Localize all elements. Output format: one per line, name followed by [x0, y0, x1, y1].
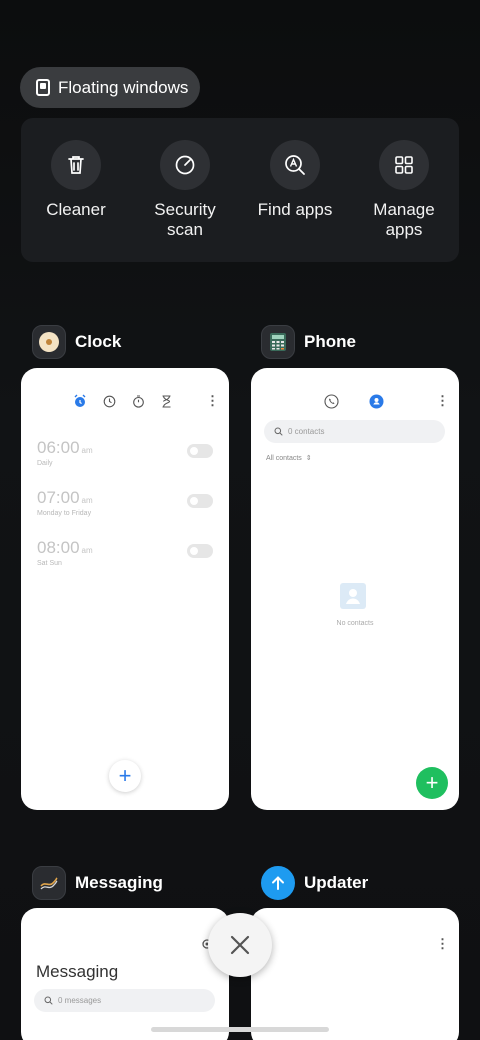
- clock-more-icon[interactable]: ⋮: [206, 394, 219, 407]
- clock-app-card[interactable]: ⋮ 06:00 am Daily 07:00 am Monday to Friday…: [21, 368, 229, 810]
- alarm-repeat: Monday to Friday: [37, 510, 92, 517]
- empty-contacts-icon: [340, 583, 366, 609]
- search-icon: [274, 427, 283, 436]
- cleaner-button[interactable]: Cleaner: [21, 140, 131, 220]
- alarm-row[interactable]: 07:00 am Monday to Friday: [37, 488, 213, 517]
- contacts-filter[interactable]: All contacts ⇕: [266, 454, 312, 463]
- timer-icon[interactable]: [161, 394, 172, 413]
- updater-app-icon: [261, 866, 295, 900]
- floating-windows-label: Floating windows: [58, 77, 189, 97]
- updater-more-icon[interactable]: ⋮: [436, 937, 449, 950]
- alarm-ampm: am: [81, 446, 93, 455]
- home-indicator[interactable]: [151, 1027, 329, 1032]
- alarm-toggle[interactable]: [187, 444, 213, 458]
- call-log-icon[interactable]: [324, 394, 339, 414]
- alarm-time: 06:00: [37, 438, 80, 457]
- chevron-updown-icon: ⇕: [305, 455, 312, 462]
- quick-actions-panel: Cleaner Security scan Find apps Manage a…: [21, 118, 459, 262]
- messaging-app-card[interactable]: Messaging 0 messages: [21, 908, 229, 1040]
- security-scan-icon: [160, 140, 210, 190]
- messaging-app-header[interactable]: Messaging: [32, 866, 163, 900]
- world-clock-icon[interactable]: [103, 395, 116, 413]
- messages-search-input[interactable]: 0 messages: [34, 989, 215, 1012]
- phone-tabs: [324, 394, 384, 414]
- add-contact-button[interactable]: +: [416, 767, 448, 799]
- contacts-search-input[interactable]: 0 contacts: [264, 420, 445, 443]
- updater-app-card[interactable]: ⋮: [251, 908, 459, 1040]
- alarm-repeat: Sat Sun: [37, 560, 62, 567]
- alarm-time: 07:00: [37, 488, 80, 507]
- find-apps-icon: [270, 140, 320, 190]
- alarm-ampm: am: [81, 496, 93, 505]
- floating-window-icon: [36, 79, 50, 96]
- floating-windows-button[interactable]: Floating windows: [20, 67, 200, 108]
- add-alarm-button[interactable]: +: [109, 760, 141, 792]
- clock-app-header[interactable]: Clock: [32, 325, 121, 359]
- messaging-title: Messaging: [36, 962, 119, 981]
- manage-apps-button[interactable]: Manage apps: [349, 140, 459, 240]
- alarm-repeat: Daily: [37, 460, 53, 467]
- clock-tabs: [73, 394, 172, 413]
- alarm-ampm: am: [81, 546, 93, 555]
- contacts-icon[interactable]: [369, 394, 384, 414]
- trash-icon: [51, 140, 101, 190]
- alarm-icon[interactable]: [73, 394, 87, 413]
- phone-more-icon[interactable]: ⋮: [436, 394, 449, 407]
- messages-search-placeholder: 0 messages: [58, 996, 102, 1005]
- manage-apps-label: Manage apps: [373, 200, 435, 239]
- phone-app-icon: [261, 325, 295, 359]
- plus-icon: +: [425, 770, 439, 795]
- search-icon: [44, 996, 53, 1005]
- stopwatch-icon[interactable]: [132, 394, 145, 413]
- updater-app-header[interactable]: Updater: [261, 866, 368, 900]
- clock-app-icon: [32, 325, 66, 359]
- contacts-search-placeholder: 0 contacts: [288, 427, 325, 436]
- alarm-row[interactable]: 06:00 am Daily: [37, 438, 213, 467]
- find-apps-label: Find apps: [257, 200, 333, 219]
- phone-app-name: Phone: [304, 332, 356, 351]
- alarm-time: 08:00: [37, 538, 80, 557]
- close-icon: [230, 935, 250, 955]
- alarm-toggle[interactable]: [187, 494, 213, 508]
- close-all-button[interactable]: [208, 913, 272, 977]
- alarm-row[interactable]: 08:00 am Sat Sun: [37, 538, 213, 567]
- cleaner-label: Cleaner: [46, 200, 106, 219]
- plus-icon: +: [118, 763, 132, 788]
- security-scan-label: Security scan: [154, 200, 216, 239]
- empty-contacts-text: No contacts: [336, 620, 374, 627]
- clock-app-name: Clock: [75, 332, 122, 351]
- updater-app-name: Updater: [304, 873, 369, 892]
- phone-app-card[interactable]: ⋮ 0 contacts All contacts ⇕ No contacts …: [251, 368, 459, 810]
- security-scan-button[interactable]: Security scan: [130, 140, 240, 240]
- messaging-app-name: Messaging: [75, 873, 163, 892]
- alarm-toggle[interactable]: [187, 544, 213, 558]
- phone-app-header[interactable]: Phone: [261, 325, 356, 359]
- find-apps-button[interactable]: Find apps: [240, 140, 350, 220]
- grid-icon: [379, 140, 429, 190]
- messaging-app-icon: [32, 866, 66, 900]
- contacts-filter-label: All contacts: [266, 454, 302, 462]
